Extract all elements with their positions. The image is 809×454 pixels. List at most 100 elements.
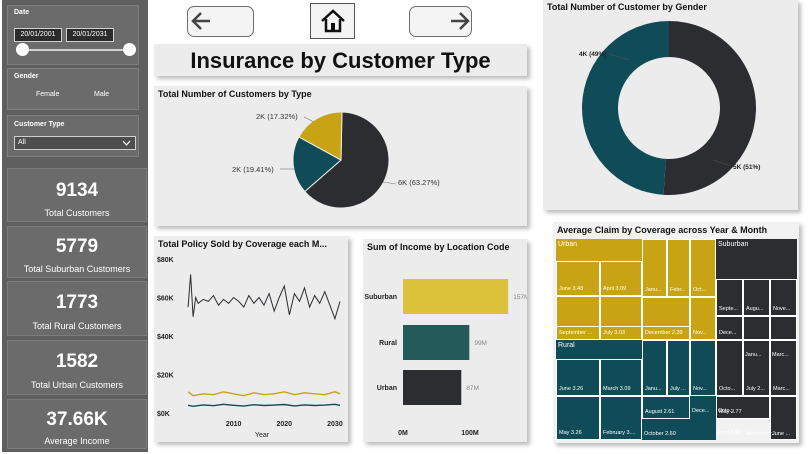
donut-slice[interactable]	[581, 21, 669, 195]
kpi-total-suburban-customers: 5779 Total Suburban Customers	[7, 226, 147, 278]
kpi-total-rural-customers: 1773 Total Rural Customers	[7, 281, 147, 336]
customer-type-dropdown[interactable]: All	[14, 136, 136, 150]
treemap-cell-label: Oct...	[693, 287, 707, 293]
home-icon	[321, 9, 345, 33]
treemap-cell-label: Octo...	[718, 408, 735, 414]
treemap-cell[interactable]: April 3.09	[600, 261, 642, 296]
customers-by-gender-donut[interactable]: 5K (51%) 4K (49%)	[543, 0, 798, 210]
line-series[interactable]	[187, 403, 341, 408]
average-claim-treemap[interactable]: UrbanJune 3.48April 3.09March 3.28May 3.…	[556, 239, 797, 440]
date-slicer[interactable]: Date 20/01/2001 20/01/2031	[7, 5, 139, 65]
date-slider-start-handle[interactable]	[16, 43, 29, 56]
treemap-cell[interactable]	[743, 316, 770, 340]
treemap-cell[interactable]: Dece...	[716, 316, 743, 340]
treemap-cell-label: June ...	[772, 431, 791, 437]
treemap-cell[interactable]: May 3.26	[556, 396, 600, 440]
income-by-location-bar-chart[interactable]: Suburban 157M Rural 99M Urban 87M 0M 100M	[363, 239, 527, 442]
treemap-cell-label: Nov...	[693, 386, 707, 392]
treemap-cell[interactable]: September ...	[556, 326, 600, 340]
bar[interactable]	[403, 325, 470, 360]
treemap-cell[interactable]: Nov...	[690, 340, 716, 396]
customers-by-gender-panel: Total Number of Customer by Gender 5K (5…	[543, 0, 798, 210]
gender-option-male[interactable]: Male	[94, 91, 109, 98]
treemap-cell[interactable]: Janu...	[642, 340, 667, 396]
bar[interactable]	[403, 279, 509, 314]
treemap-cell-label: Nove...	[773, 306, 791, 312]
date-slicer-title: Date	[14, 9, 30, 16]
date-slider-track[interactable]	[22, 49, 130, 51]
kpi-total-customers: 9134 Total Customers	[7, 168, 147, 222]
arrow-left-icon	[191, 12, 210, 30]
treemap-cell-label: June 3.26	[559, 386, 584, 392]
policy-sold-line-chart[interactable]: $80K $60K $40K $20K $0K 2010 2020 2030 Year	[154, 236, 348, 442]
bar[interactable]	[403, 370, 462, 405]
kpi-value: 37.66K	[46, 409, 108, 430]
average-claim-panel: Average Claim by Coverage across Year & …	[553, 222, 799, 443]
kpi-label: Total Urban Customers	[30, 380, 124, 390]
kpi-label: Average Income	[44, 436, 110, 446]
treemap-cell-label: Octo...	[719, 386, 736, 392]
pie-data-label: 2K (17.32%)	[256, 112, 298, 121]
line-series[interactable]	[187, 391, 341, 397]
treemap-cell-label: July ...	[670, 386, 686, 392]
chart-title: Average Claim by Coverage across Year & …	[557, 225, 768, 235]
donut-data-label: 4K (49%)	[579, 51, 606, 58]
treemap-cell[interactable]: Marc...	[770, 340, 797, 396]
start-date-input[interactable]: 20/01/2001	[14, 28, 62, 42]
pie-leader-line	[303, 116, 315, 123]
customers-by-type-pie[interactable]: 6K (63.27%) 2K (19.41%) 2K (17.32%)	[154, 86, 527, 226]
treemap-cell-label: December 2.39	[645, 330, 683, 336]
treemap-cell-label: July 3.03	[603, 330, 626, 336]
date-slider-end-handle[interactable]	[123, 43, 136, 56]
treemap-cell-label: April 3.09	[603, 286, 627, 292]
treemap-cell-label: July 2...	[746, 386, 765, 392]
treemap-cell[interactable]: Nove...	[770, 279, 797, 316]
treemap-cell[interactable]: Septe...	[716, 279, 743, 316]
arrow-right-icon	[451, 12, 470, 30]
treemap-cell[interactable]: Janu...	[642, 239, 667, 297]
gender-option-female[interactable]: Female	[36, 91, 59, 98]
treemap-cell-label: Janu...	[745, 352, 762, 358]
treemap-cell[interactable]: July 3.03	[600, 326, 642, 340]
treemap-cell[interactable]	[770, 316, 797, 340]
treemap-cell[interactable]: Febr...	[667, 239, 690, 297]
treemap-cell[interactable]: Octo...	[716, 340, 743, 396]
home-button[interactable]	[310, 3, 355, 39]
treemap-cell[interactable]: August 2.61	[642, 396, 690, 419]
y-tick-label: $60K	[157, 296, 174, 303]
treemap-group-label: Urban	[558, 241, 578, 248]
x-tick-label: 2020	[277, 421, 293, 428]
policy-sold-panel: Total Policy Sold by Coverage each M... …	[154, 236, 348, 442]
end-date-input[interactable]: 20/01/2031	[66, 28, 114, 42]
treemap-group-label: Rural	[558, 342, 575, 349]
page-title-box: Insurance by Customer Type	[154, 44, 527, 76]
forward-button[interactable]	[409, 6, 472, 37]
gender-slicer[interactable]: Gender Female Male	[7, 68, 139, 110]
treemap-cell[interactable]: June 3.48	[556, 261, 600, 296]
kpi-total-urban-customers: 1582 Total Urban Customers	[7, 340, 147, 395]
treemap-cell[interactable]: July 2...	[743, 340, 770, 396]
kpi-value: 5779	[55, 236, 99, 257]
line-series[interactable]	[187, 274, 341, 321]
treemap-cell[interactable]: Oct...	[690, 239, 716, 297]
treemap-cell[interactable]: March 3.09	[600, 359, 642, 396]
pie-leader-line	[382, 181, 397, 185]
treemap-cell[interactable]: Nov...	[690, 297, 716, 340]
treemap-cell[interactable]: Augu...	[743, 279, 770, 316]
filter-sidebar: Date 20/01/2001 20/01/2031 Gender Female…	[2, 0, 148, 452]
kpi-value: 1773	[55, 292, 99, 313]
y-tick-label: $40K	[157, 334, 174, 341]
treemap-cell[interactable]: July ...	[667, 340, 690, 396]
treemap-cell[interactable]: June 3.26	[556, 359, 600, 396]
customer-type-selected: All	[18, 139, 26, 146]
income-by-location-panel: Sum of Income by Location Code Suburban 1…	[363, 239, 527, 442]
kpi-label: Total Suburban Customers	[23, 264, 131, 274]
customers-by-type-panel: Total Number of Customers by Type 6K (63…	[154, 86, 527, 226]
x-tick-label: 0M	[398, 430, 408, 437]
bar-value-label: 99M	[474, 340, 487, 347]
kpi-value: 1582	[55, 351, 99, 372]
treemap-cell[interactable]: December 2.39	[642, 326, 690, 340]
back-button[interactable]	[187, 6, 254, 37]
treemap-cell-label: Janu...	[645, 287, 662, 293]
treemap-cell[interactable]: February 3....	[600, 396, 642, 440]
